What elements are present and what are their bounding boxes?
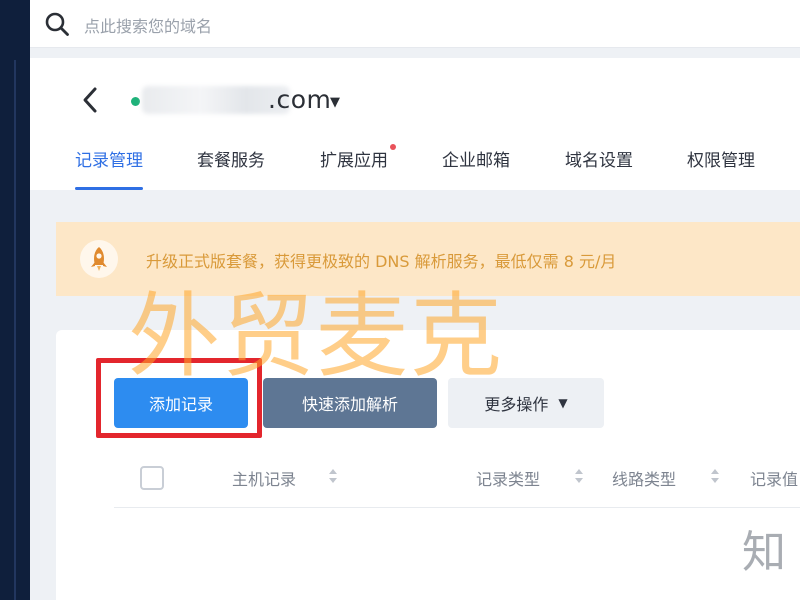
more-actions-button[interactable]: 更多操作 ▼ xyxy=(448,378,604,428)
corner-watermark-glyph: 知 xyxy=(742,527,786,578)
left-nav-rail xyxy=(0,0,30,600)
domain-suffix: .com xyxy=(268,85,332,114)
records-panel: 添加记录 快速添加解析 更多操作 ▼ 主机记录 记录类型 线路类型 记录值 xyxy=(56,330,800,600)
tab-record-management[interactable]: 记录管理 xyxy=(75,146,143,190)
upgrade-notice-banner: 升级正式版套餐，获得更极致的 DNS 解析服务，最低仅需 8 元/月 xyxy=(56,222,800,296)
domain-switch-caret-icon[interactable]: ▼ xyxy=(330,95,340,110)
dropdown-caret-icon: ▼ xyxy=(558,396,568,410)
select-all-checkbox[interactable] xyxy=(140,466,164,490)
rocket-icon xyxy=(80,240,118,278)
tab-label: 记录管理 xyxy=(75,151,143,171)
tab-package-service[interactable]: 套餐服务 xyxy=(197,146,265,190)
domain-status-dot xyxy=(131,97,140,106)
add-record-button[interactable]: 添加记录 xyxy=(114,378,248,428)
tab-label: 权限管理 xyxy=(687,151,755,171)
tab-label: 套餐服务 xyxy=(197,151,265,171)
notice-text[interactable]: 升级正式版套餐，获得更极致的 DNS 解析服务，最低仅需 8 元/月 xyxy=(146,248,616,272)
records-table-header: 主机记录 记录类型 线路类型 记录值 xyxy=(114,448,800,508)
column-line-type[interactable]: 线路类型 xyxy=(612,466,676,490)
column-record-type[interactable]: 记录类型 xyxy=(476,466,540,490)
back-arrow-icon[interactable] xyxy=(80,86,100,114)
sort-icon[interactable] xyxy=(574,466,584,486)
top-search-bar: 点此搜索您的域名 xyxy=(30,0,800,48)
tab-label: 企业邮箱 xyxy=(442,151,510,171)
quick-add-label: 快速添加解析 xyxy=(301,395,398,414)
tab-label: 扩展应用 xyxy=(320,151,388,171)
tab-enterprise-mail[interactable]: 企业邮箱 xyxy=(442,146,510,190)
search-input[interactable]: 点此搜索您的域名 xyxy=(84,13,212,37)
tab-bar: 记录管理 套餐服务 扩展应用 企业邮箱 域名设置 权限管理 xyxy=(75,144,800,190)
sort-icon[interactable] xyxy=(710,466,720,486)
quick-add-resolve-button[interactable]: 快速添加解析 xyxy=(263,378,437,428)
add-record-label: 添加记录 xyxy=(148,395,213,414)
tab-permission-management[interactable]: 权限管理 xyxy=(687,146,755,190)
more-actions-label: 更多操作 xyxy=(484,395,549,414)
tab-extension-apps[interactable]: 扩展应用 xyxy=(320,144,396,190)
domain-header: .com ▼ 记录管理 套餐服务 扩展应用 企业邮箱 域名设置 权限管理 xyxy=(30,58,800,190)
column-record-value[interactable]: 记录值 xyxy=(750,466,798,490)
column-host-record[interactable]: 主机记录 xyxy=(232,466,296,490)
search-icon[interactable] xyxy=(44,11,70,37)
new-badge-dot xyxy=(390,144,396,150)
rail-divider xyxy=(14,60,16,600)
tab-label: 域名设置 xyxy=(565,151,633,171)
sort-icon[interactable] xyxy=(328,466,338,486)
tab-domain-settings[interactable]: 域名设置 xyxy=(565,146,633,190)
